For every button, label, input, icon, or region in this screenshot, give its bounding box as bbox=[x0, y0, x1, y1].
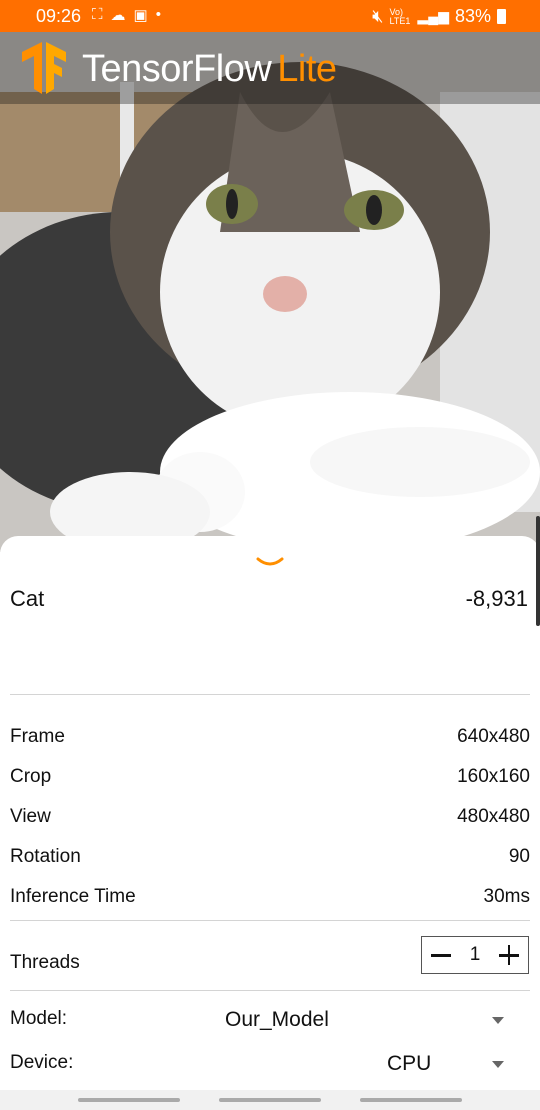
signal-icon: ▂▄▆ bbox=[417, 8, 449, 24]
info-row-rotation: Rotation 90 bbox=[10, 846, 530, 868]
plus-icon[interactable] bbox=[498, 944, 520, 966]
app-title-suffix: Lite bbox=[277, 48, 337, 90]
model-select[interactable]: Our_Model bbox=[225, 1008, 329, 1032]
cat-photo bbox=[0, 32, 540, 552]
nav-back-button[interactable] bbox=[360, 1098, 462, 1102]
notification-icons: ⛶ ☁ ▣ • bbox=[92, 6, 161, 24]
app-header: TensorFlow Lite bbox=[0, 32, 540, 104]
info-label: Inference Time bbox=[10, 886, 136, 907]
threads-value: 1 bbox=[469, 944, 481, 965]
screenshot-icon: ⛶ bbox=[92, 6, 103, 23]
dropdown-arrow-icon[interactable] bbox=[492, 1017, 504, 1024]
info-row-view: View 480x480 bbox=[10, 806, 530, 828]
device-row: Device: bbox=[10, 1052, 530, 1074]
info-row-inference-time: Inference Time 30ms bbox=[10, 886, 530, 908]
threads-label: Threads bbox=[10, 952, 80, 973]
divider bbox=[10, 694, 530, 695]
bottom-sheet: Cat -8,931 Frame 640x480 Crop 160x160 Vi… bbox=[0, 536, 540, 1110]
info-value: 480x480 bbox=[457, 806, 530, 827]
dot-icon: • bbox=[155, 6, 161, 23]
status-right: 🔇︎ Vo) LTE1 ▂▄▆ 83% bbox=[372, 6, 506, 27]
app-title: TensorFlow Lite bbox=[82, 48, 337, 91]
network-label: Vo) LTE1 bbox=[389, 6, 411, 26]
info-label: View bbox=[10, 806, 51, 827]
mute-icon: 🔇︎ bbox=[372, 6, 384, 26]
app-title-main: TensorFlow bbox=[82, 48, 272, 90]
minus-icon[interactable] bbox=[430, 944, 452, 966]
model-label: Model: bbox=[10, 1008, 68, 1029]
divider bbox=[10, 920, 530, 921]
nav-recent-button[interactable] bbox=[78, 1098, 180, 1102]
divider bbox=[10, 990, 530, 991]
device-select[interactable]: CPU bbox=[387, 1052, 431, 1076]
nav-home-button[interactable] bbox=[219, 1098, 321, 1102]
camera-preview bbox=[0, 32, 540, 552]
chevron-down-icon[interactable] bbox=[256, 556, 284, 570]
tensorflow-logo-icon bbox=[22, 42, 66, 94]
result-label: Cat bbox=[10, 586, 45, 611]
status-time: 09:26 bbox=[36, 6, 82, 26]
cloud-icon: ☁ bbox=[110, 7, 126, 24]
navigation-bar bbox=[0, 1090, 540, 1110]
info-label: Rotation bbox=[10, 846, 81, 867]
result-score: -8,931 bbox=[465, 586, 528, 611]
info-value: 640x480 bbox=[457, 726, 530, 747]
info-label: Crop bbox=[10, 766, 52, 787]
info-value: 90 bbox=[508, 846, 530, 867]
info-row-crop: Crop 160x160 bbox=[10, 766, 530, 788]
result-row: Cat -8,931 bbox=[10, 586, 528, 612]
info-label: Frame bbox=[10, 726, 65, 747]
status-bar: 09:26 ⛶ ☁ ▣ • 🔇︎ Vo) LTE1 ▂▄▆ 83% bbox=[0, 0, 540, 32]
info-value: 30ms bbox=[483, 886, 530, 907]
scrollbar[interactable] bbox=[536, 516, 540, 626]
info-row-frame: Frame 640x480 bbox=[10, 726, 530, 748]
dropdown-arrow-icon[interactable] bbox=[492, 1061, 504, 1068]
threads-stepper: 1 bbox=[421, 936, 529, 974]
battery-percent: 83% bbox=[454, 6, 491, 26]
battery-icon bbox=[497, 9, 506, 24]
gallery-icon: ▣ bbox=[133, 7, 148, 24]
device-label: Device: bbox=[10, 1052, 74, 1073]
info-value: 160x160 bbox=[457, 766, 530, 787]
